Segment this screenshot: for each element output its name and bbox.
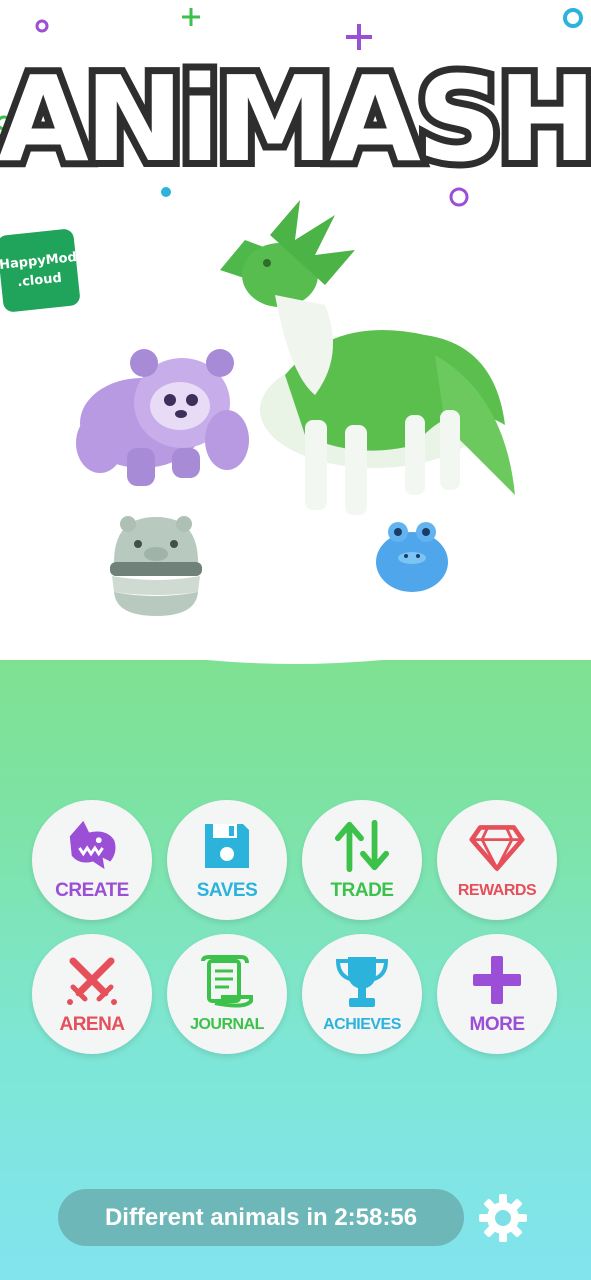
purple-bear-creature	[76, 349, 249, 486]
trade-arrows-icon	[334, 818, 390, 874]
timer-value: 2:58:56	[334, 1203, 418, 1231]
diamond-icon	[469, 820, 525, 876]
main-menu: CREATE SAVES TRADE REWARDS ARENA JOURNAL…	[32, 800, 560, 1054]
settings-gear-icon[interactable]	[478, 1193, 528, 1243]
blue-frog-creature	[376, 522, 448, 592]
trade-label: TRADE	[330, 880, 394, 901]
arena-label: ARENA	[59, 1014, 125, 1035]
happymod-watermark: HappyMod .cloud	[0, 228, 81, 313]
achieves-button[interactable]: ACHIEVES	[302, 934, 422, 1054]
crossed-swords-icon	[64, 952, 120, 1008]
shark-icon	[64, 818, 120, 874]
game-logo: ANiMASH	[0, 43, 591, 190]
more-label: MORE	[469, 1014, 526, 1035]
more-button[interactable]: MORE	[437, 934, 557, 1054]
trade-button[interactable]: TRADE	[302, 800, 422, 920]
plus-icon	[469, 952, 525, 1008]
trophy-icon	[334, 954, 390, 1010]
achieves-label: ACHIEVES	[323, 1016, 401, 1033]
rewards-label: REWARDS	[457, 882, 537, 899]
logo-text: ANiMASH	[0, 50, 591, 188]
header-curve	[0, 600, 591, 664]
saves-label: SAVES	[196, 880, 258, 901]
green-wolf-creature	[220, 200, 515, 515]
timer-prefix: Different animals in	[104, 1203, 335, 1231]
burger-pig-creature	[110, 516, 202, 616]
arena-button[interactable]: ARENA	[32, 934, 152, 1054]
journal-button[interactable]: JOURNAL	[167, 934, 287, 1054]
journal-label: JOURNAL	[190, 1016, 264, 1033]
scroll-icon	[199, 954, 255, 1010]
rewards-button[interactable]: REWARDS	[437, 800, 557, 920]
create-label: CREATE	[55, 880, 129, 901]
create-button[interactable]: CREATE	[32, 800, 152, 920]
floppy-disk-icon	[199, 818, 255, 874]
animal-rotation-timer: Different animals in 2:58:56	[58, 1189, 464, 1246]
saves-button[interactable]: SAVES	[167, 800, 287, 920]
